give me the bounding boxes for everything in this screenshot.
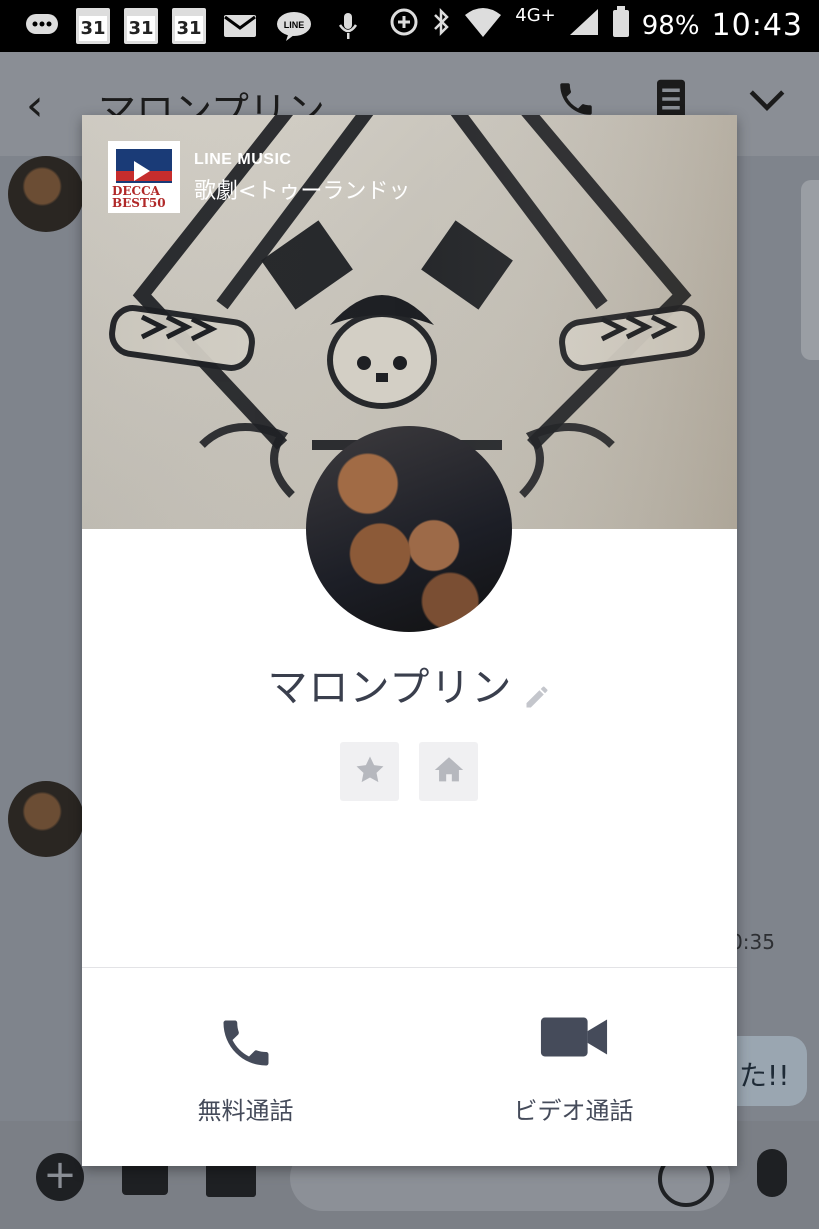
profile-avatar[interactable] <box>306 426 512 632</box>
avatar[interactable] <box>8 781 84 857</box>
video-camera-icon <box>539 1013 609 1065</box>
wifi-icon <box>463 7 503 44</box>
profile-popup: DECCA BEST50 LINE MUSIC 歌劇<トゥーランドッ マロンプリ… <box>82 115 737 1166</box>
microphone-icon <box>328 9 368 43</box>
status-bar: 31 31 31 LINE 4G+ 98% 10:43 <box>0 0 819 52</box>
pencil-icon[interactable] <box>523 683 551 711</box>
clock: 10:43 <box>711 8 803 43</box>
video-call-button[interactable]: ビデオ通話 <box>410 967 737 1166</box>
free-call-button[interactable]: 無料通話 <box>82 967 409 1166</box>
svg-text:LINE: LINE <box>284 20 305 30</box>
music-widget[interactable]: DECCA BEST50 LINE MUSIC 歌劇<トゥーランドッ <box>108 141 410 213</box>
back-arrow-icon[interactable]: ‹ <box>26 80 44 131</box>
mail-icon <box>220 9 260 43</box>
bluetooth-icon <box>431 7 451 44</box>
battery-icon <box>612 6 630 45</box>
microphone-icon[interactable] <box>757 1149 787 1197</box>
data-saver-icon <box>389 7 419 44</box>
home-icon <box>431 753 467 791</box>
plus-icon[interactable]: + <box>36 1153 84 1201</box>
network-type-label: 4G+ <box>515 5 556 26</box>
calendar-icon: 31 <box>76 8 110 44</box>
chat-notification-icon <box>22 9 62 43</box>
favorite-button[interactable] <box>340 742 399 801</box>
side-handle[interactable] <box>801 180 819 360</box>
album-thumbnail[interactable]: DECCA BEST50 <box>108 141 180 213</box>
calendar-icon: 31 <box>124 8 158 44</box>
music-track-title: 歌劇<トゥーランドッ <box>194 179 411 204</box>
profile-name: マロンプリン <box>267 665 513 711</box>
video-call-label: ビデオ通話 <box>513 1097 634 1125</box>
free-call-label: 無料通話 <box>197 1097 294 1125</box>
play-icon <box>134 161 150 181</box>
music-service-label: LINE MUSIC <box>194 151 292 168</box>
avatar[interactable] <box>8 156 84 232</box>
line-app-icon: LINE <box>274 9 314 43</box>
chevron-down-icon[interactable] <box>745 78 789 130</box>
phone-icon <box>216 1013 276 1077</box>
star-icon <box>353 753 387 791</box>
album-text: DECCA BEST50 <box>112 184 166 210</box>
battery-percent: 98% <box>641 10 700 41</box>
home-button[interactable] <box>419 742 478 801</box>
calendar-icon: 31 <box>172 8 206 44</box>
signal-icon <box>568 7 600 44</box>
